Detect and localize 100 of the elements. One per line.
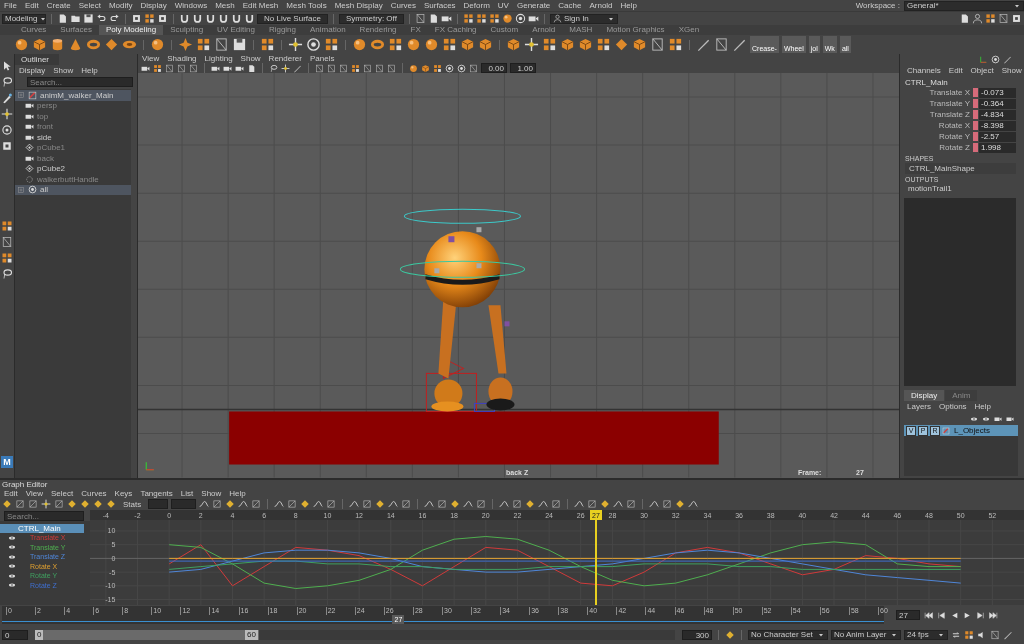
cube-icon[interactable]: [578, 37, 593, 52]
channel-value-field[interactable]: -8.398: [979, 120, 1016, 131]
sphere-icon[interactable]: [406, 37, 421, 52]
outline-item[interactable]: CTRL_Main: [0, 524, 84, 533]
sphere-icon[interactable]: [352, 37, 367, 52]
menu-item[interactable]: Curves: [77, 489, 111, 498]
square-icon[interactable]: [587, 499, 598, 509]
sphere-icon[interactable]: [14, 37, 29, 52]
cube-icon[interactable]: [506, 37, 521, 52]
menu-item[interactable]: Help: [970, 402, 996, 411]
shelf-tab[interactable]: Sculpting: [163, 25, 211, 35]
cube-icon[interactable]: [560, 37, 575, 52]
shelf-tab[interactable]: XGen: [671, 25, 707, 35]
curve-icon[interactable]: [574, 499, 585, 509]
shelf-tab[interactable]: MASH: [562, 25, 600, 35]
key-icon[interactable]: [725, 629, 735, 640]
curve-icon[interactable]: [388, 499, 399, 509]
square-icon[interactable]: [287, 499, 298, 509]
pen-icon[interactable]: [696, 37, 711, 52]
sphere-icon[interactable]: [409, 63, 418, 73]
live-surface-field[interactable]: No Live Surface: [257, 13, 328, 24]
curve-icon[interactable]: [274, 499, 285, 509]
menu-item[interactable]: Mesh: [211, 1, 239, 10]
grid-icon[interactable]: [964, 629, 974, 640]
menu-item[interactable]: View: [21, 489, 47, 498]
pen-icon[interactable]: [732, 37, 747, 52]
frame-icon[interactable]: [990, 629, 1000, 640]
lasso-icon[interactable]: [1, 76, 13, 88]
frame-icon[interactable]: [714, 37, 729, 52]
torus-icon[interactable]: [370, 37, 385, 52]
move-icon[interactable]: [1, 108, 13, 120]
menu-item[interactable]: Edit: [0, 489, 22, 498]
curve-icon[interactable]: [199, 499, 210, 509]
curve-icon[interactable]: [613, 499, 624, 509]
grid-icon[interactable]: [542, 37, 557, 52]
current-frame-field[interactable]: 27: [896, 610, 920, 620]
move-icon[interactable]: [288, 37, 303, 52]
symmetry-dropdown[interactable]: Symmetry: Off: [338, 13, 404, 24]
square-icon[interactable]: [437, 499, 448, 509]
curve-icon[interactable]: [649, 499, 660, 509]
shelf-tab[interactable]: Poly Modeling: [98, 25, 164, 35]
fps-dropdown[interactable]: 24 fps: [904, 629, 948, 640]
shelf-tab[interactable]: Motion Graphics: [599, 25, 672, 35]
channel-value-field[interactable]: -0.073: [979, 87, 1016, 98]
range-end-handle[interactable]: 60: [245, 629, 258, 640]
grid-icon[interactable]: [351, 63, 360, 73]
move-icon[interactable]: [41, 499, 51, 509]
grid-icon[interactable]: [668, 37, 683, 52]
outliner-item[interactable]: top: [15, 111, 131, 122]
frame-icon[interactable]: [315, 63, 324, 73]
menu-item[interactable]: Display: [15, 66, 50, 75]
grid-icon[interactable]: [475, 13, 487, 24]
brush-icon[interactable]: [1, 92, 13, 104]
menu-item[interactable]: Panels: [305, 54, 339, 64]
start-frame-field[interactable]: 0: [2, 629, 28, 640]
shelf-tab[interactable]: Arnold: [525, 25, 563, 35]
square-icon[interactable]: [626, 499, 637, 509]
frame-icon[interactable]: [998, 13, 1009, 24]
menu-item[interactable]: Show: [197, 489, 226, 498]
camera-icon[interactable]: [440, 13, 452, 24]
cube-icon[interactable]: [421, 63, 430, 73]
menu-item[interactable]: File: [0, 1, 21, 10]
shape-node[interactable]: CTRL_MainShape: [905, 163, 1016, 174]
menu-item[interactable]: List: [176, 489, 198, 498]
play-icon[interactable]: [963, 610, 972, 620]
magnet-icon[interactable]: [244, 13, 255, 24]
menu-item[interactable]: Select: [47, 489, 78, 498]
lasso-icon[interactable]: [269, 63, 278, 73]
grid-icon[interactable]: [433, 63, 442, 73]
menu-item[interactable]: Show: [49, 66, 78, 75]
shelf-tab[interactable]: Rendering: [352, 25, 404, 35]
menu-item[interactable]: Options: [935, 402, 971, 411]
rotate-icon[interactable]: [1, 124, 13, 136]
curve-icon[interactable]: [238, 499, 249, 509]
save-icon[interactable]: [83, 13, 94, 24]
cube-icon[interactable]: [460, 37, 475, 52]
cube-icon[interactable]: [32, 37, 47, 52]
grid-icon[interactable]: [442, 37, 457, 52]
range-start-handle[interactable]: 0: [35, 629, 44, 640]
redo-icon[interactable]: [109, 13, 120, 24]
grid-icon[interactable]: [388, 37, 403, 52]
menu-item[interactable]: Shading: [163, 54, 201, 64]
undo-icon[interactable]: [96, 13, 107, 24]
menu-item[interactable]: Help: [616, 1, 641, 10]
menu-item[interactable]: Select: [74, 1, 105, 10]
square-icon[interactable]: [476, 499, 487, 509]
axis-icon[interactable]: [979, 55, 988, 64]
frame-icon[interactable]: [214, 37, 229, 52]
menu-item[interactable]: Edit Mesh: [238, 1, 283, 10]
menu-item[interactable]: UV: [493, 1, 513, 10]
menu-item[interactable]: Show: [236, 54, 265, 64]
outliner-item[interactable]: persp: [15, 100, 131, 111]
fast-forward-icon[interactable]: [989, 610, 998, 620]
outliner-item[interactable]: pCube1: [15, 142, 131, 153]
grid-icon[interactable]: [153, 63, 162, 73]
frame-icon[interactable]: [469, 63, 478, 73]
channel-value-field[interactable]: -0.364: [979, 98, 1016, 109]
curve-icon[interactable]: [688, 499, 699, 509]
grid-icon[interactable]: [1, 252, 13, 264]
curve-icon[interactable]: [499, 499, 510, 509]
